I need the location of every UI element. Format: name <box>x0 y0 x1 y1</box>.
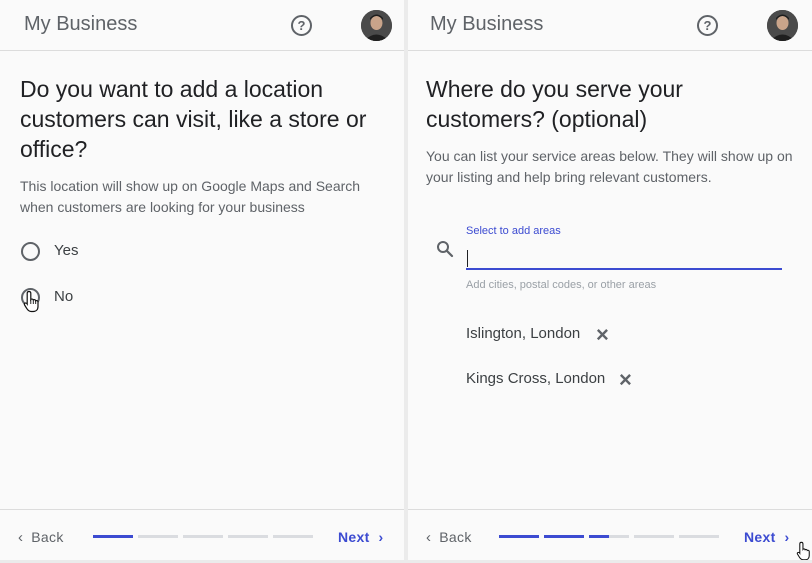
help-icon[interactable]: ? <box>697 15 718 36</box>
progress-step <box>634 535 674 538</box>
avatar[interactable] <box>361 10 392 41</box>
radio-label: No <box>54 288 74 305</box>
wizard-footer: ‹ Back Next › <box>0 509 404 560</box>
progress-step <box>544 535 584 538</box>
radio-button[interactable] <box>21 242 40 261</box>
progress-step <box>183 535 223 538</box>
service-area-panel: My Business ? Where do you serve your cu… <box>408 0 812 560</box>
progress-step-fill <box>589 535 609 538</box>
search-icon <box>437 241 454 258</box>
back-button[interactable]: ‹ Back <box>426 529 472 546</box>
service-area-item: Kings Cross, London × <box>466 369 632 394</box>
app-bar: My Business ? <box>0 0 404 51</box>
progress-step-fill <box>499 535 539 538</box>
next-button[interactable]: Next › <box>338 529 384 545</box>
progress-indicator <box>93 535 315 538</box>
service-area-label: Kings Cross, London <box>466 370 606 387</box>
next-label: Next <box>338 529 370 545</box>
next-label: Next <box>744 529 776 545</box>
app-title: My Business <box>430 13 544 35</box>
page-heading: Where do you serve your customers? (opti… <box>426 76 683 132</box>
progress-step <box>679 535 719 538</box>
page-description: You can list your service areas below. T… <box>426 148 793 185</box>
hand-pointer-icon <box>23 290 39 313</box>
progress-indicator <box>499 535 721 538</box>
progress-step <box>228 535 268 538</box>
progress-step-fill <box>544 535 584 538</box>
radio-label: Yes <box>54 242 79 259</box>
progress-step <box>589 535 629 538</box>
service-area-search-input[interactable] <box>466 246 782 270</box>
back-label: Back <box>439 529 472 545</box>
chevron-right-icon: › <box>784 529 790 545</box>
progress-step <box>273 535 313 538</box>
page-heading: Do you want to add a location customers … <box>20 76 367 162</box>
hand-pointer-icon <box>796 541 810 560</box>
text-caret <box>467 250 468 267</box>
chevron-right-icon: › <box>378 529 384 545</box>
search-helper-text: Add cities, postal codes, or other areas <box>466 279 657 291</box>
progress-step-fill <box>93 535 133 538</box>
back-button[interactable]: ‹ Back <box>18 529 64 546</box>
next-button[interactable]: Next › <box>744 529 790 545</box>
wizard-footer: ‹ Back Next › <box>408 509 812 560</box>
service-area-item: Islington, London × <box>466 324 609 349</box>
location-question-panel: My Business ? Do you want to add a locat… <box>0 0 404 560</box>
page-description: This location will show up on Google Map… <box>20 178 361 215</box>
chevron-left-icon: ‹ <box>426 529 432 546</box>
back-label: Back <box>31 529 64 545</box>
close-icon[interactable]: × <box>619 369 632 391</box>
service-area-label: Islington, London <box>466 325 581 342</box>
search-field-label: Select to add areas <box>466 225 561 237</box>
app-title: My Business <box>24 13 138 35</box>
app-bar: My Business ? <box>408 0 812 51</box>
close-icon[interactable]: × <box>596 324 609 346</box>
chevron-left-icon: ‹ <box>18 529 24 546</box>
progress-step <box>499 535 539 538</box>
help-icon[interactable]: ? <box>291 15 312 36</box>
progress-step <box>138 535 178 538</box>
avatar[interactable] <box>767 10 798 41</box>
progress-step <box>93 535 133 538</box>
